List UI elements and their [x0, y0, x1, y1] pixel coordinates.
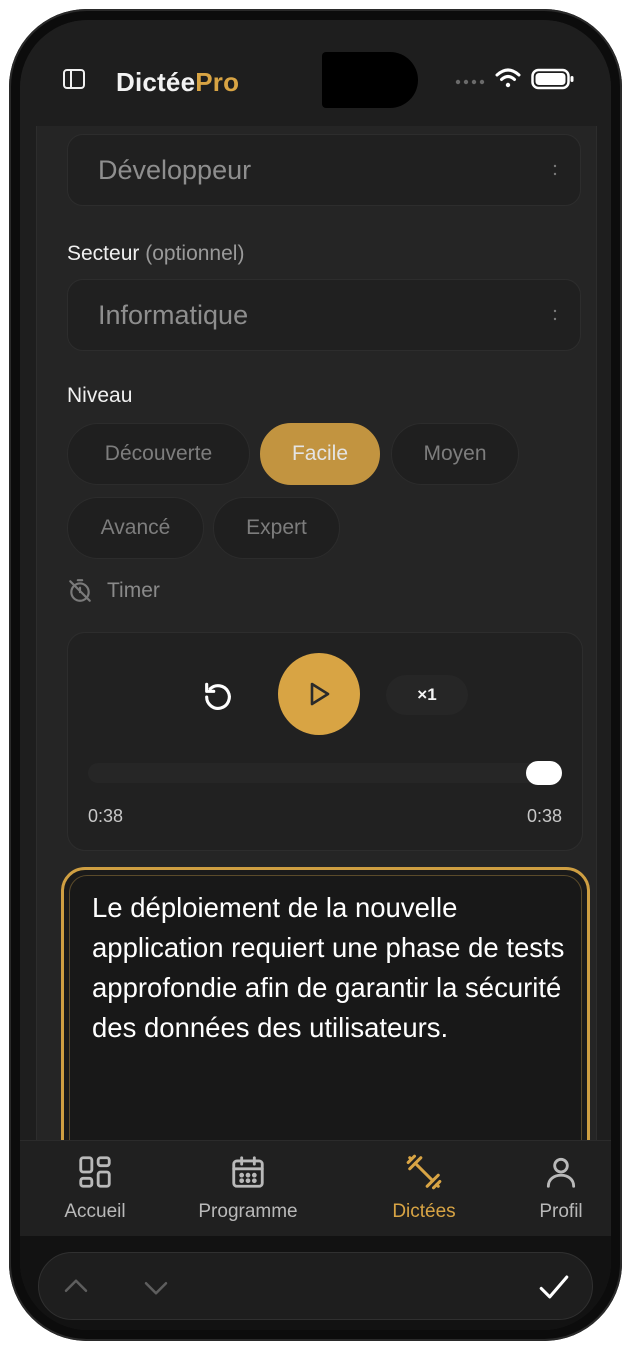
- calendar-icon: [232, 1156, 264, 1188]
- role-value: Développeur: [98, 155, 252, 185]
- tab-profil[interactable]: Profil: [496, 1141, 611, 1237]
- sector-label-text: Secteur: [67, 242, 140, 265]
- select-caret-icon: [553, 164, 557, 176]
- tab-programme[interactable]: Programme: [183, 1141, 313, 1237]
- level-chip-expert[interactable]: Expert: [213, 497, 340, 559]
- main-content: Développeur Secteur (optionnel) Informat…: [36, 126, 597, 1141]
- phone-frame: DictéePro Développeur Secteur (optionnel…: [9, 9, 622, 1341]
- slider-thumb[interactable]: [526, 761, 562, 785]
- tab-label-dictees: Dictées: [392, 1201, 456, 1222]
- dumbbell-icon: [406, 1154, 442, 1190]
- tab-dictees[interactable]: Dictées: [359, 1141, 489, 1237]
- sector-select[interactable]: Informatique: [67, 279, 581, 351]
- timer-off-icon: [69, 579, 91, 602]
- timer-toggle[interactable]: Timer: [67, 576, 160, 606]
- tab-bar: Accueil Programme Dictées Profil: [20, 1140, 611, 1237]
- battery-icon: [531, 68, 574, 90]
- sector-optional: (optionnel): [145, 242, 245, 265]
- sector-label: Secteur (optionnel): [67, 242, 244, 266]
- dictation-inner: Le déploiement de la nouvelle applicatio…: [69, 875, 582, 1141]
- checkmark-icon[interactable]: [537, 1270, 571, 1304]
- total-time: 0:38: [526, 806, 562, 826]
- timer-label: Timer: [107, 579, 160, 602]
- tab-label-programme: Programme: [198, 1201, 298, 1222]
- chevron-up-icon[interactable]: [61, 1272, 91, 1302]
- select-caret-icon: [553, 309, 557, 321]
- header-bar: DictéePro: [20, 20, 611, 126]
- level-chip-moyen[interactable]: Moyen: [391, 423, 519, 485]
- chevron-down-icon[interactable]: [141, 1272, 171, 1302]
- sidebar-toggle-icon[interactable]: [62, 67, 86, 91]
- grid-icon: [79, 1156, 111, 1188]
- dictation-textarea[interactable]: Le déploiement de la nouvelle applicatio…: [92, 888, 572, 1141]
- app-brand: DictéePro: [116, 67, 239, 98]
- level-label: Niveau: [67, 384, 133, 407]
- speed-button[interactable]: ×1: [386, 675, 468, 715]
- audio-player: ×1 0:38 0:38: [67, 632, 583, 851]
- play-button[interactable]: [278, 653, 360, 735]
- dictation-box: Le déploiement de la nouvelle applicatio…: [61, 867, 590, 1141]
- tab-label-accueil: Accueil: [64, 1201, 126, 1222]
- replay-icon[interactable]: [201, 680, 235, 714]
- level-chip-decouverte[interactable]: Découverte: [67, 423, 250, 485]
- brand-accent: Pro: [195, 67, 240, 97]
- dynamic-island: [322, 52, 418, 108]
- signal-dots-icon: [455, 79, 485, 85]
- keyboard-accessory-bar: [20, 1236, 611, 1330]
- level-chip-facile[interactable]: Facile: [260, 423, 380, 485]
- level-chip-avance[interactable]: Avancé: [67, 497, 204, 559]
- tab-accueil[interactable]: Accueil: [30, 1141, 160, 1237]
- user-icon: [546, 1157, 576, 1188]
- wifi-icon: [495, 68, 521, 88]
- progress-slider[interactable]: [88, 761, 562, 785]
- tab-label-profil: Profil: [539, 1201, 583, 1222]
- role-select[interactable]: Développeur: [67, 134, 581, 206]
- keyboard-toolbar: [38, 1252, 593, 1320]
- sector-value: Informatique: [98, 300, 249, 330]
- screen: DictéePro Développeur Secteur (optionnel…: [20, 20, 611, 1330]
- play-icon: [310, 682, 330, 706]
- brand-main: Dictée: [116, 67, 196, 97]
- current-time: 0:38: [88, 806, 124, 826]
